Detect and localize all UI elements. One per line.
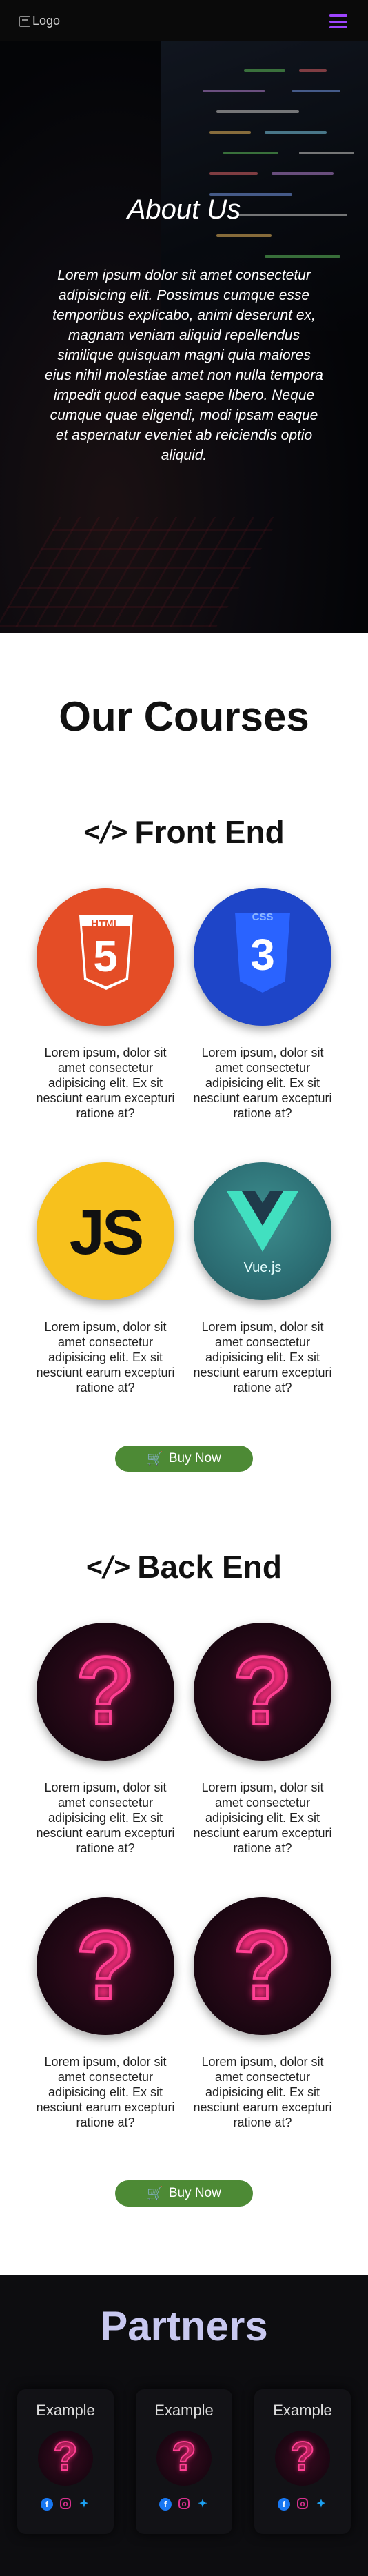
back-end-heading: </> Back End	[86, 1549, 282, 1585]
facebook-icon[interactable]: f	[278, 2498, 290, 2511]
navbar: Logo	[0, 0, 368, 41]
question-mark-icon: ?	[38, 2431, 93, 2486]
course-description: Lorem ipsum, dolor sit amet consectetur …	[193, 1046, 332, 1120]
course-card-js: JS Lorem ipsum, dolor sit amet consectet…	[33, 1162, 178, 1395]
course-card-css: CSS 3 Lorem ipsum, dolor sit amet consec…	[190, 888, 335, 1121]
html5-logo-icon: HTML 5	[37, 888, 174, 1026]
hamburger-icon[interactable]	[329, 14, 347, 28]
buy-now-button-front-end[interactable]: 🛒 Buy Now	[115, 1446, 253, 1472]
question-mark-icon: ?	[156, 2431, 212, 2486]
course-description: Lorem ipsum, dolor sit amet consectetur …	[36, 1046, 175, 1120]
code-icon: </>	[86, 1551, 130, 1583]
twitter-icon[interactable]: ✦	[78, 2498, 90, 2511]
partners-section: Partners Example ? f o ✦ Example ? f o ✦…	[0, 2275, 368, 2576]
course-card-backend-4: ? Lorem ipsum, dolor sit amet consectetu…	[190, 1897, 335, 2130]
course-description: Lorem ipsum, dolor sit amet consectetur …	[193, 1320, 332, 1395]
course-card-vue: Vue.js Lorem ipsum, dolor sit amet conse…	[190, 1162, 335, 1395]
twitter-icon[interactable]: ✦	[196, 2498, 209, 2511]
instagram-icon[interactable]: o	[60, 2498, 71, 2509]
logo-alt-text: Logo	[32, 14, 61, 28]
partner-name: Example	[36, 2402, 95, 2419]
course-description: Lorem ipsum, dolor sit amet consectetur …	[36, 1781, 175, 1855]
question-mark-icon: ?	[37, 1623, 174, 1761]
course-description: Lorem ipsum, dolor sit amet consectetur …	[36, 1320, 175, 1395]
partner-card: Example ? f o ✦	[136, 2389, 232, 2534]
question-mark-icon: ?	[37, 1897, 174, 2035]
partner-card: Example ? f o ✦	[17, 2389, 114, 2534]
css3-logo-icon: CSS 3	[194, 888, 331, 1026]
question-mark-icon: ?	[194, 1897, 331, 2035]
course-description: Lorem ipsum, dolor sit amet consectetur …	[193, 1781, 332, 1855]
broken-image-icon	[19, 15, 30, 27]
question-mark-icon: ?	[194, 1623, 331, 1761]
course-card-backend-3: ? Lorem ipsum, dolor sit amet consectetu…	[33, 1897, 178, 2130]
vue-logo-icon: Vue.js	[194, 1162, 331, 1300]
facebook-icon[interactable]: f	[159, 2498, 172, 2511]
courses-title: Our Courses	[59, 693, 309, 740]
buy-now-button-back-end[interactable]: 🛒 Buy Now	[115, 2180, 253, 2207]
partners-title: Partners	[100, 2303, 268, 2349]
code-icon: </>	[83, 816, 127, 848]
cart-icon: 🛒	[147, 2187, 163, 2201]
about-hero: About Us Lorem ipsum dolor sit amet cons…	[0, 41, 368, 633]
course-card-backend-1: ? Lorem ipsum, dolor sit amet consectetu…	[33, 1623, 178, 1856]
about-text: Lorem ipsum dolor sit amet consectetur a…	[45, 267, 323, 463]
course-card-html: HTML 5 Lorem ipsum, dolor sit amet conse…	[33, 888, 178, 1121]
cart-icon: 🛒	[147, 1452, 163, 1466]
course-description: Lorem ipsum, dolor sit amet consectetur …	[193, 2055, 332, 2129]
logo-link[interactable]: Logo	[19, 14, 60, 28]
front-end-heading: </> Front End	[83, 814, 285, 850]
about-title: About Us	[127, 194, 241, 225]
course-description: Lorem ipsum, dolor sit amet consectetur …	[36, 2055, 175, 2129]
partner-name: Example	[273, 2402, 332, 2419]
javascript-logo-icon: JS	[37, 1162, 174, 1300]
partner-card: Example ? f o ✦	[254, 2389, 351, 2534]
question-mark-icon: ?	[275, 2431, 330, 2486]
instagram-icon[interactable]: o	[297, 2498, 308, 2509]
course-card-backend-2: ? Lorem ipsum, dolor sit amet consectetu…	[190, 1623, 335, 1856]
facebook-icon[interactable]: f	[41, 2498, 53, 2511]
instagram-icon[interactable]: o	[178, 2498, 190, 2509]
partner-name: Example	[154, 2402, 214, 2419]
twitter-icon[interactable]: ✦	[315, 2498, 327, 2511]
